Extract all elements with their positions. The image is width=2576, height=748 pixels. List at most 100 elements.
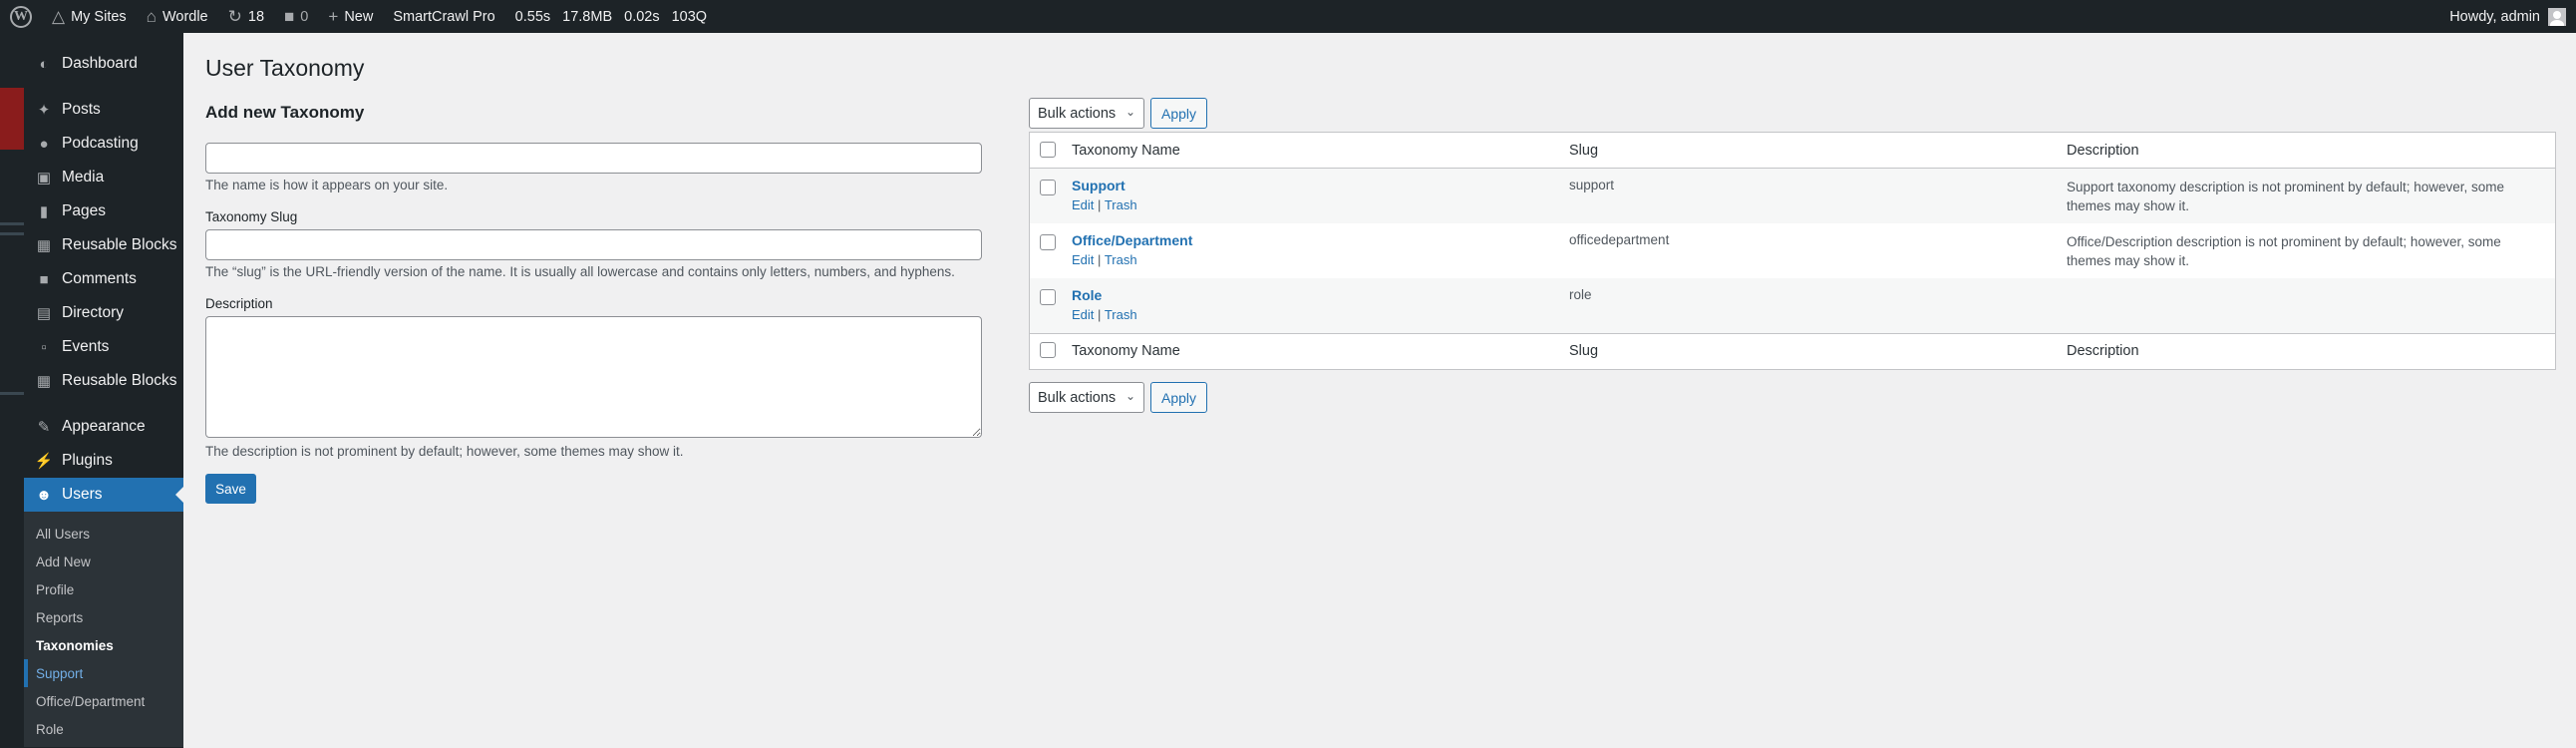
sidebar-item-label: Appearance (62, 418, 146, 435)
sidebar-item-label: Plugins (62, 452, 113, 469)
sidebar-item-podcasting[interactable]: ● Podcasting (24, 127, 183, 161)
dashboard-icon: ◐ (39, 55, 49, 73)
row-actions-separator: | (1098, 307, 1102, 322)
sidebar-item-comments[interactable]: ■ Comments (24, 262, 183, 296)
block-icon: ▦ (36, 237, 52, 254)
bulk-actions-value: Bulk actions (1038, 105, 1117, 122)
sidebar-item-label: Podcasting (62, 135, 139, 152)
edit-link[interactable]: Edit (1072, 197, 1094, 212)
submenu-all-users[interactable]: All Users (24, 520, 183, 548)
description-cell: Office/Description description is not pr… (2067, 234, 2501, 268)
taxonomy-name-link[interactable]: Office/Department (1072, 232, 1553, 248)
row-checkbox[interactable] (1040, 289, 1056, 305)
submenu-support[interactable]: Support (24, 659, 183, 687)
description-textarea[interactable] (205, 316, 982, 438)
trash-link[interactable]: Trash (1105, 252, 1137, 267)
sidebar-item-label: Dashboard (62, 55, 138, 72)
select-all-checkbox-footer[interactable] (1040, 342, 1056, 358)
sidebar-item-label: Events (62, 338, 110, 355)
column-header-name[interactable]: Taxonomy Name (1064, 132, 1561, 169)
sidebar-item-dashboard[interactable]: ◐ Dashboard (24, 47, 183, 81)
sites-icon: △ (52, 7, 66, 26)
slug-cell: support (1569, 178, 1615, 192)
sidebar-item-label: Media (62, 169, 105, 186)
taxonomy-name-link[interactable]: Role (1072, 287, 1553, 303)
save-button[interactable]: Save (205, 474, 256, 504)
sidebar-item-pages[interactable]: ▮ Pages (24, 194, 183, 228)
submenu-reports[interactable]: Reports (24, 603, 183, 631)
updates-icon: ↻ (227, 7, 242, 26)
apply-button[interactable]: Apply (1150, 98, 1207, 129)
apply-button-bottom[interactable]: Apply (1150, 382, 1207, 413)
sidebar-item-appearance[interactable]: ✎ Appearance (24, 410, 183, 444)
wordpress-logo-button[interactable]: W (0, 0, 42, 33)
select-all-checkbox[interactable] (1040, 141, 1056, 158)
wordpress-logo-icon: W (10, 5, 32, 28)
bulk-actions-select[interactable]: Bulk actions ⌄ (1029, 98, 1144, 129)
row-checkbox[interactable] (1040, 234, 1056, 250)
submenu-add-new[interactable]: Add New (24, 548, 183, 575)
taxonomy-slug-input[interactable] (205, 229, 982, 260)
page-title: User Taxonomy (205, 55, 365, 81)
row-actions: Edit | Trash (1072, 197, 1553, 212)
new-label: New (344, 8, 374, 25)
comments-link[interactable]: ■ 0 (274, 0, 318, 33)
column-header-slug[interactable]: Slug (1561, 132, 2059, 169)
form-title: Add new Taxonomy (205, 103, 365, 122)
smartcrawl-label: SmartCrawl Pro (393, 8, 495, 25)
stat-query-time: 0.02s (624, 8, 660, 25)
edit-link[interactable]: Edit (1072, 307, 1094, 322)
smartcrawl-menu[interactable]: SmartCrawl Pro (383, 0, 504, 33)
stat-time: 0.55s (514, 8, 551, 25)
sidebar-item-media[interactable]: ▣ Media (24, 161, 183, 194)
trash-link[interactable]: Trash (1105, 197, 1137, 212)
sidebar-item-directory[interactable]: ▤ Directory (24, 296, 183, 330)
row-checkbox[interactable] (1040, 180, 1056, 195)
row-checkbox-cell (1030, 223, 1065, 278)
sidebar-item-users[interactable]: ☻ Users (24, 478, 183, 512)
chevron-down-icon: ⌄ (1125, 105, 1135, 119)
submenu-taxonomies[interactable]: Taxonomies (24, 631, 183, 659)
pin-icon: ✦ (37, 102, 51, 119)
column-footer-slug[interactable]: Slug (1561, 332, 2059, 369)
my-sites-menu[interactable]: △ My Sites (42, 0, 137, 33)
submenu-role[interactable]: Role (24, 715, 183, 743)
name-cell: Support Edit | Trash (1064, 169, 1561, 224)
query-monitor-stats[interactable]: 0.55s 17.8MB 0.02s 103Q (505, 0, 729, 33)
account-menu[interactable]: Howdy, admin (2449, 7, 2576, 26)
updates-link[interactable]: ↻ 18 (218, 0, 274, 33)
row-actions: Edit | Trash (1072, 307, 1553, 322)
select-all-cell (1029, 132, 1064, 169)
name-cell: Role Edit | Trash (1064, 278, 1561, 333)
stat-queries: 103Q (671, 8, 708, 25)
column-header-description[interactable]: Description (2059, 132, 2556, 169)
sidebar-item-plugins[interactable]: ⚡ Plugins (24, 444, 183, 478)
admin-sidebar: ◐ Dashboard ✦ Posts ● Podcasting ▣ Media… (24, 33, 183, 748)
user-icon: ☻ (36, 486, 52, 504)
greeting: Howdy, admin (2449, 8, 2540, 25)
column-footer-description[interactable]: Description (2059, 332, 2556, 369)
sidebar-item-events[interactable]: ▫ Events (24, 330, 183, 364)
edge-strip (0, 33, 24, 748)
column-footer-name[interactable]: Taxonomy Name (1064, 332, 1561, 369)
admin-bar: W △ My Sites ⌂ Wordle ↻ 18 ■ 0 + New Sma… (0, 0, 2576, 33)
bulk-actions-select-bottom[interactable]: Bulk actions ⌄ (1029, 382, 1144, 413)
sidebar-item-label: Reusable Blocks (62, 236, 177, 253)
edit-link[interactable]: Edit (1072, 252, 1094, 267)
taxonomy-name-link[interactable]: Support (1072, 178, 1553, 193)
slug-cell: role (1569, 287, 1592, 302)
sidebar-item-reusable-blocks[interactable]: ▦ Reusable Blocks (24, 228, 183, 262)
bulk-actions-bottom: Bulk actions ⌄ Apply (1029, 382, 1207, 413)
submenu-office-department[interactable]: Office/Department (24, 687, 183, 715)
updates-count: 18 (247, 8, 265, 25)
new-content-menu[interactable]: + New (318, 0, 383, 33)
trash-link[interactable]: Trash (1105, 307, 1137, 322)
folder-icon: ▤ (36, 305, 52, 322)
taxonomy-name-input[interactable] (205, 143, 982, 174)
description-label: Description (205, 296, 273, 311)
site-name-menu[interactable]: ⌂ Wordle (137, 0, 218, 33)
sidebar-item-posts[interactable]: ✦ Posts (24, 93, 183, 127)
submenu-profile[interactable]: Profile (24, 575, 183, 603)
main-content: User Taxonomy Add new Taxonomy The name … (205, 33, 2558, 748)
sidebar-item-reusable-blocks-2[interactable]: ▦ Reusable Blocks (24, 364, 183, 398)
